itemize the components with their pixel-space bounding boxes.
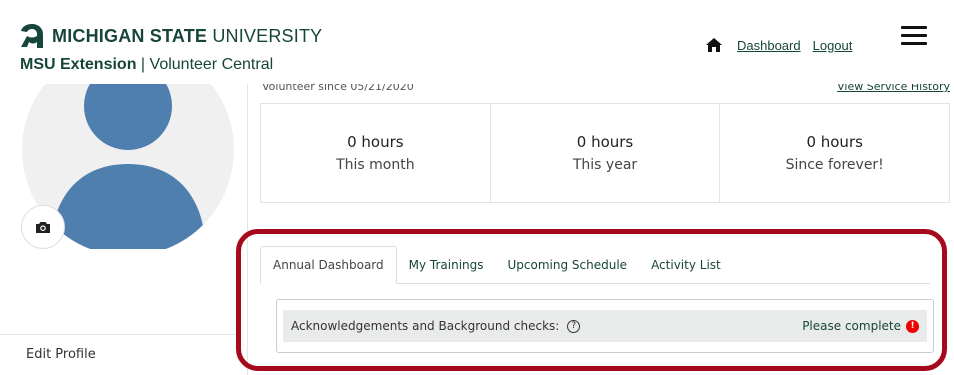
dashboard-link[interactable]: Dashboard [737, 38, 801, 53]
stat-label: This year [572, 157, 638, 173]
stat-value: 0 hours [347, 133, 404, 151]
menu-bar [901, 26, 927, 29]
university-name-bold: MICHIGAN STATE [52, 25, 208, 46]
org-name-bold: MSU Extension [20, 56, 137, 73]
menu-bar [901, 34, 927, 37]
stat-this-year: 0 hours This year [491, 104, 721, 202]
org-name: MSU Extension | Volunteer Central [20, 56, 273, 74]
stat-value: 0 hours [806, 133, 863, 151]
site-header: MICHIGAN STATE UNIVERSITY MSU Extension … [0, 0, 954, 84]
org-name-rest: | Volunteer Central [140, 56, 274, 73]
stat-label: This month [336, 157, 415, 173]
university-name-light: UNIVERSITY [212, 25, 323, 46]
highlight-annotation [236, 229, 947, 371]
profile-sidebar: Edit Profile [0, 84, 248, 375]
hamburger-menu-icon[interactable] [901, 26, 927, 46]
brand-logo[interactable]: MICHIGAN STATE UNIVERSITY [18, 22, 322, 50]
stat-since-forever: 0 hours Since forever! [720, 104, 949, 202]
hours-summary: 0 hours This month 0 hours This year 0 h… [260, 103, 950, 203]
stat-this-month: 0 hours This month [261, 104, 491, 202]
menu-bar [901, 42, 927, 45]
stat-value: 0 hours [576, 133, 634, 151]
edit-profile-link[interactable]: Edit Profile [0, 334, 240, 362]
top-nav: Dashboard Logout [705, 37, 864, 53]
university-name: MICHIGAN STATE UNIVERSITY [52, 26, 322, 47]
home-icon[interactable] [705, 37, 723, 53]
stat-label: Since forever! [785, 157, 884, 173]
logout-link[interactable]: Logout [813, 38, 853, 53]
camera-icon[interactable] [21, 205, 65, 249]
spartan-helmet-icon [21, 24, 43, 48]
